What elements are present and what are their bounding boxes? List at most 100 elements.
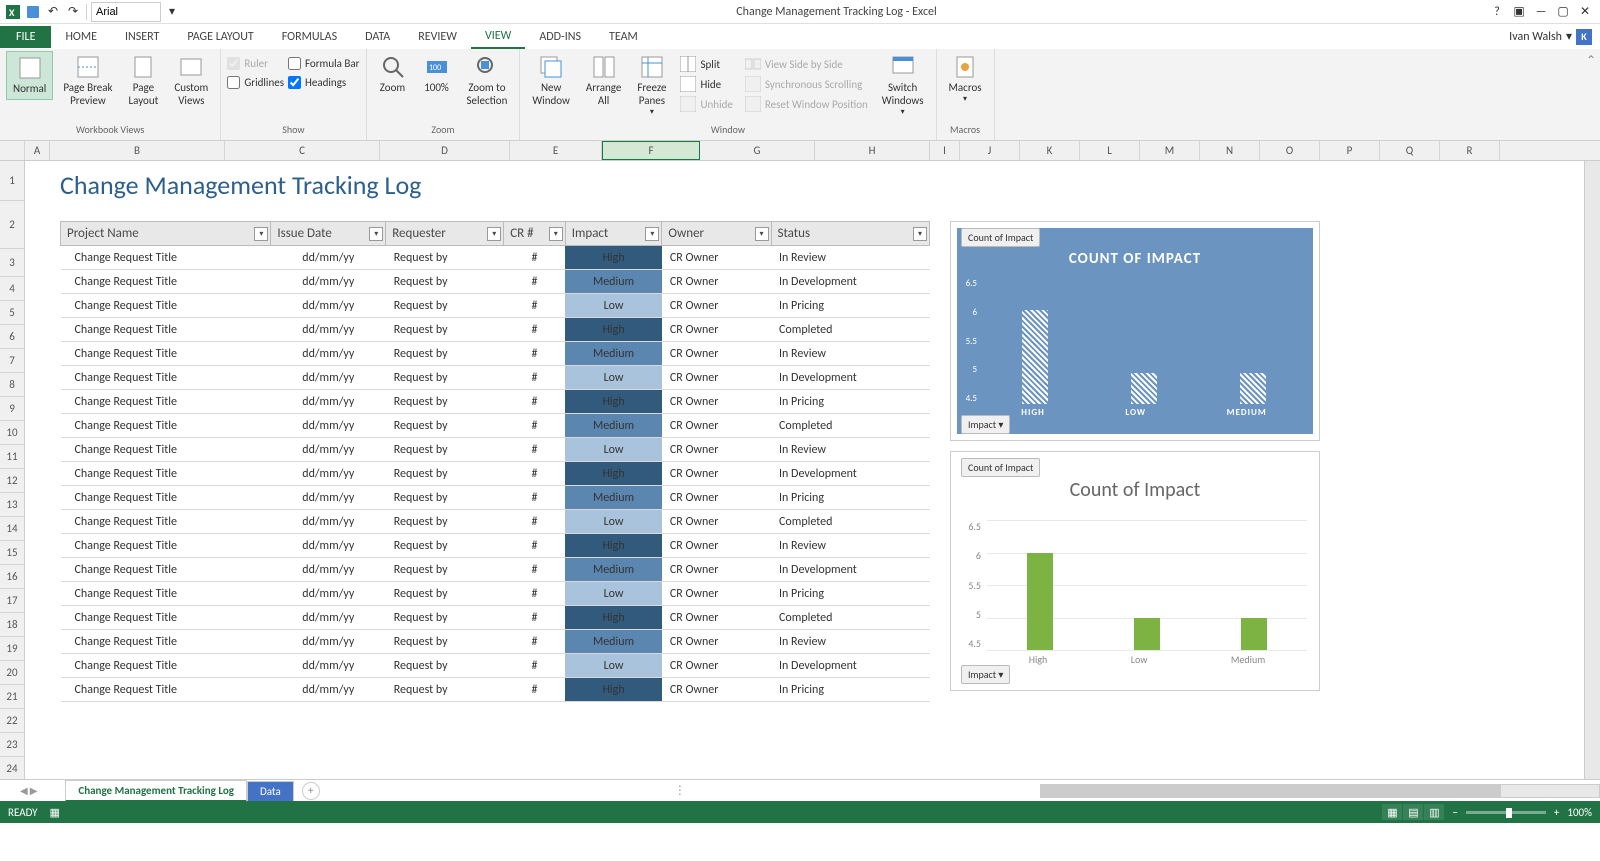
row-header-17[interactable]: 17 [0, 589, 24, 613]
table-header-6[interactable]: Status▾ [771, 222, 929, 246]
page-layout-button[interactable]: Page Layout [123, 51, 165, 111]
col-header-N[interactable]: N [1200, 141, 1260, 160]
sheet-tab-2[interactable]: Data [247, 781, 294, 801]
zoom-level[interactable]: 100% [1567, 806, 1592, 819]
redo-icon[interactable]: ↷ [64, 3, 82, 21]
tab-formulas[interactable]: FORMULAS [268, 26, 351, 48]
sync-scroll-button[interactable]: Synchronous Scrolling [741, 75, 872, 93]
user-area[interactable]: Ivan Walsh▾ K [1509, 29, 1600, 45]
col-header-B[interactable]: B [50, 141, 225, 160]
arrange-all-button[interactable]: Arrange All [580, 51, 627, 111]
hide-button[interactable]: Hide [676, 75, 736, 93]
filter-icon[interactable]: ▾ [913, 227, 927, 241]
table-header-2[interactable]: Requester▾ [386, 222, 504, 246]
row-header-12[interactable]: 12 [0, 469, 24, 493]
headings-checkbox[interactable]: Headings [288, 76, 359, 89]
tab-data[interactable]: DATA [351, 26, 404, 48]
close-icon[interactable]: ✕ [1576, 3, 1594, 21]
row-header-13[interactable]: 13 [0, 493, 24, 517]
freeze-panes-button[interactable]: Freeze Panes▾ [631, 51, 672, 121]
filter-icon[interactable]: ▾ [254, 227, 268, 241]
table-header-3[interactable]: CR #▾ [504, 222, 566, 246]
chart-count-of-impact-2[interactable]: Count of Impact Count of Impact 6.565.55… [950, 451, 1320, 691]
chart1-filter-pill[interactable]: Impact ▾ [961, 415, 1010, 434]
col-header-P[interactable]: P [1320, 141, 1380, 160]
tab-nav-prev-icon[interactable]: ◀ [20, 784, 28, 797]
col-header-M[interactable]: M [1140, 141, 1200, 160]
row-header-16[interactable]: 16 [0, 565, 24, 589]
row-header-5[interactable]: 5 [0, 301, 24, 325]
tab-view[interactable]: VIEW [471, 25, 525, 49]
col-header-I[interactable]: I [930, 141, 960, 160]
col-header-G[interactable]: G [700, 141, 815, 160]
row-header-10[interactable]: 10 [0, 421, 24, 445]
row-header-23[interactable]: 23 [0, 733, 24, 757]
col-header-O[interactable]: O [1260, 141, 1320, 160]
row-header-3[interactable]: 3 [0, 249, 24, 277]
filter-icon[interactable]: ▾ [755, 227, 769, 241]
page-break-view-icon[interactable]: ▥ [1424, 804, 1444, 820]
col-header-J[interactable]: J [960, 141, 1020, 160]
new-window-button[interactable]: New Window [526, 51, 576, 111]
normal-view-icon[interactable]: ▦ [1382, 804, 1402, 820]
col-header-Q[interactable]: Q [1380, 141, 1440, 160]
excel-icon[interactable]: X [4, 3, 22, 21]
macros-button[interactable]: Macros▾ [943, 51, 988, 108]
maximize-icon[interactable]: ▢ [1554, 3, 1572, 21]
chart1-field-pill[interactable]: Count of Impact [961, 228, 1040, 247]
chart2-filter-pill[interactable]: Impact ▾ [961, 665, 1010, 684]
side-by-side-button[interactable]: View Side by Side [741, 55, 872, 73]
row-header-19[interactable]: 19 [0, 637, 24, 661]
row-header-21[interactable]: 21 [0, 685, 24, 709]
tab-home[interactable]: HOME [51, 26, 111, 48]
table-header-4[interactable]: Impact▾ [565, 222, 662, 246]
row-header-9[interactable]: 9 [0, 397, 24, 421]
tab-nav-next-icon[interactable]: ▶ [30, 784, 38, 797]
unhide-button[interactable]: Unhide [676, 95, 736, 113]
zoom-in-icon[interactable]: + [1554, 806, 1559, 819]
row-header-24[interactable]: 24 [0, 757, 24, 779]
reset-position-button[interactable]: Reset Window Position [741, 95, 872, 113]
row-header-20[interactable]: 20 [0, 661, 24, 685]
tab-insert[interactable]: INSERT [111, 26, 173, 48]
undo-icon[interactable]: ↶ [44, 3, 62, 21]
select-all-cell[interactable] [0, 141, 25, 160]
ruler-checkbox[interactable]: Ruler [227, 57, 284, 70]
col-header-L[interactable]: L [1080, 141, 1140, 160]
tab-review[interactable]: REVIEW [404, 26, 471, 48]
collapse-ribbon-icon[interactable]: ⌃ [1586, 53, 1596, 68]
zoom-selection-button[interactable]: Zoom to Selection [461, 51, 514, 111]
row-header-11[interactable]: 11 [0, 445, 24, 469]
tab-file[interactable]: FILE [0, 26, 51, 48]
save-icon[interactable] [24, 3, 42, 21]
split-button[interactable]: Split [676, 55, 736, 73]
page-break-button[interactable]: Page Break Preview [57, 51, 118, 111]
gridlines-checkbox[interactable]: Gridlines [227, 76, 284, 89]
row-header-1[interactable]: 1 [0, 161, 24, 201]
zoom-slider[interactable] [1466, 811, 1546, 814]
zoom-100-button[interactable]: 100100% [417, 51, 457, 98]
tab-page-layout[interactable]: PAGE LAYOUT [173, 26, 267, 48]
row-header-6[interactable]: 6 [0, 325, 24, 349]
tab-scroll-dots[interactable]: ⋮ [668, 783, 692, 798]
row-header-18[interactable]: 18 [0, 613, 24, 637]
horizontal-scrollbar[interactable] [1040, 784, 1600, 798]
table-header-1[interactable]: Issue Date▾ [271, 222, 386, 246]
row-header-4[interactable]: 4 [0, 277, 24, 301]
row-header-7[interactable]: 7 [0, 349, 24, 373]
zoom-button[interactable]: Zoom [373, 51, 413, 98]
font-selector[interactable] [91, 2, 161, 22]
filter-icon[interactable]: ▾ [645, 227, 659, 241]
row-header-22[interactable]: 22 [0, 709, 24, 733]
col-header-C[interactable]: C [225, 141, 380, 160]
chart-count-of-impact-1[interactable]: Count of Impact COUNT OF IMPACT 6.565.55… [950, 221, 1320, 441]
custom-views-button[interactable]: Custom Views [168, 51, 214, 111]
macro-record-icon[interactable]: ▦ [50, 806, 60, 819]
add-sheet-button[interactable]: + [302, 782, 320, 800]
table-header-5[interactable]: Owner▾ [662, 222, 771, 246]
ribbon-options-icon[interactable]: ▣ [1510, 3, 1528, 21]
zoom-out-icon[interactable]: − [1452, 806, 1457, 819]
row-header-15[interactable]: 15 [0, 541, 24, 565]
col-header-F[interactable]: F [602, 141, 700, 160]
chart2-field-pill[interactable]: Count of Impact [961, 458, 1040, 477]
